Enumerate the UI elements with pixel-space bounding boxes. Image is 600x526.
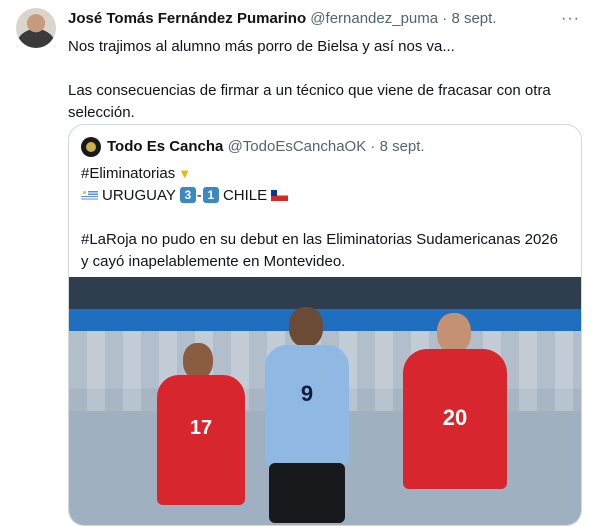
player-head — [183, 343, 213, 379]
team1-name: URUGUAY — [102, 187, 176, 204]
tweet-header: José Tomás Fernández Pumarino @fernandez… — [68, 10, 580, 30]
uruguay-flag-icon — [81, 190, 98, 201]
score1-badge: 3 — [179, 187, 196, 203]
player-head — [437, 313, 471, 353]
team2-name: CHILE — [222, 187, 268, 204]
quote-header: Todo Es Cancha @TodoEsCanchaOK · 8 sept. — [107, 138, 425, 155]
quote-author-handle: @TodoEsCanchaOK — [227, 138, 367, 155]
quote-avatar — [81, 137, 101, 157]
player-shorts — [269, 463, 345, 523]
meta-separator: · — [438, 10, 452, 27]
author-name[interactable]: José Tomás Fernández Pumarino — [68, 10, 306, 27]
match-photo[interactable]: 17 9 20 — [69, 277, 581, 525]
tweet-text-line2: Las consecuencias de firmar a un técnico… — [68, 82, 551, 121]
quote-author-name: Todo Es Cancha — [107, 138, 224, 155]
score-line: URUGUAY 3-1 CHILE — [81, 185, 569, 207]
player-jersey: 9 — [265, 345, 349, 465]
score2-badge: 1 — [202, 187, 219, 203]
author-handle[interactable]: @fernandez_puma — [310, 10, 438, 27]
hashtag-line: #Eliminatorias ▼ — [81, 163, 569, 185]
score-dash: - — [196, 187, 202, 204]
player-head — [289, 307, 323, 347]
chile-flag-icon — [271, 190, 289, 201]
tweet-text-line1: Nos trajimos al alumno más porro de Biel… — [68, 38, 455, 55]
quote-date: 8 sept. — [379, 138, 425, 155]
chile-player-20: 20 — [399, 313, 509, 525]
uruguay-player-9: 9 — [259, 307, 353, 525]
quote-meta-separator: · — [366, 138, 380, 155]
quote-body: #LaRoja no pudo en su debut en las Elimi… — [81, 231, 558, 270]
tweet-date[interactable]: 8 sept. — [451, 10, 496, 27]
hashtag-eliminatorias[interactable]: #Eliminatorias — [81, 165, 175, 182]
more-icon[interactable]: ··· — [561, 10, 580, 28]
player-jersey: 20 — [403, 349, 507, 489]
author-avatar[interactable] — [16, 8, 56, 48]
quote-text: #Eliminatorias ▼ URUGUAY 3-1 CHILE #LaRoj… — [81, 163, 569, 273]
pointing-down-icon: ▼ — [178, 166, 192, 181]
chile-player-17: 17 — [153, 343, 247, 525]
player-jersey: 17 — [157, 375, 245, 505]
tweet-text: Nos trajimos al alumno más porro de Biel… — [68, 36, 568, 124]
